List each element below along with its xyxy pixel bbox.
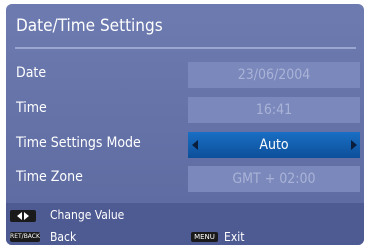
time-settings-mode-row[interactable]: Time Settings Mode Auto xyxy=(6,132,364,158)
key-hint-bar: Change Value RET/BACK Back MENU Exit xyxy=(6,203,364,245)
arrow-left-icon[interactable] xyxy=(192,140,198,150)
time-settings-mode-label: Time Settings Mode xyxy=(16,135,141,151)
date-row[interactable]: Date 23/06/2004 xyxy=(6,62,364,88)
time-zone-row[interactable]: Time Zone GMT + 02:00 xyxy=(6,166,364,192)
date-value: 23/06/2004 xyxy=(188,62,360,88)
time-settings-mode-value: Auto xyxy=(259,137,289,153)
left-right-keys-icon xyxy=(10,210,36,222)
left-key-arrow-icon xyxy=(17,212,22,220)
exit-hint: Exit xyxy=(224,230,245,244)
change-value-hint: Change Value xyxy=(50,208,125,222)
time-value: 16:41 xyxy=(188,97,360,123)
time-zone-label: Time Zone xyxy=(16,169,83,185)
time-settings-mode-selector[interactable]: Auto xyxy=(188,132,360,158)
date-label: Date xyxy=(16,65,47,81)
menu-key-icon: MENU xyxy=(191,232,218,242)
title-divider xyxy=(15,47,356,49)
time-row[interactable]: Time 16:41 xyxy=(6,97,364,123)
page-title: Date/Time Settings xyxy=(16,16,163,36)
ret-back-key-icon: RET/BACK xyxy=(10,232,40,242)
time-zone-value: GMT + 02:00 xyxy=(188,166,360,192)
time-label: Time xyxy=(16,100,47,116)
right-key-arrow-icon xyxy=(24,212,29,220)
back-hint: Back xyxy=(50,230,77,244)
arrow-right-icon[interactable] xyxy=(351,140,357,150)
date-time-settings-panel: Date/Time Settings Date 23/06/2004 Time … xyxy=(6,4,364,245)
